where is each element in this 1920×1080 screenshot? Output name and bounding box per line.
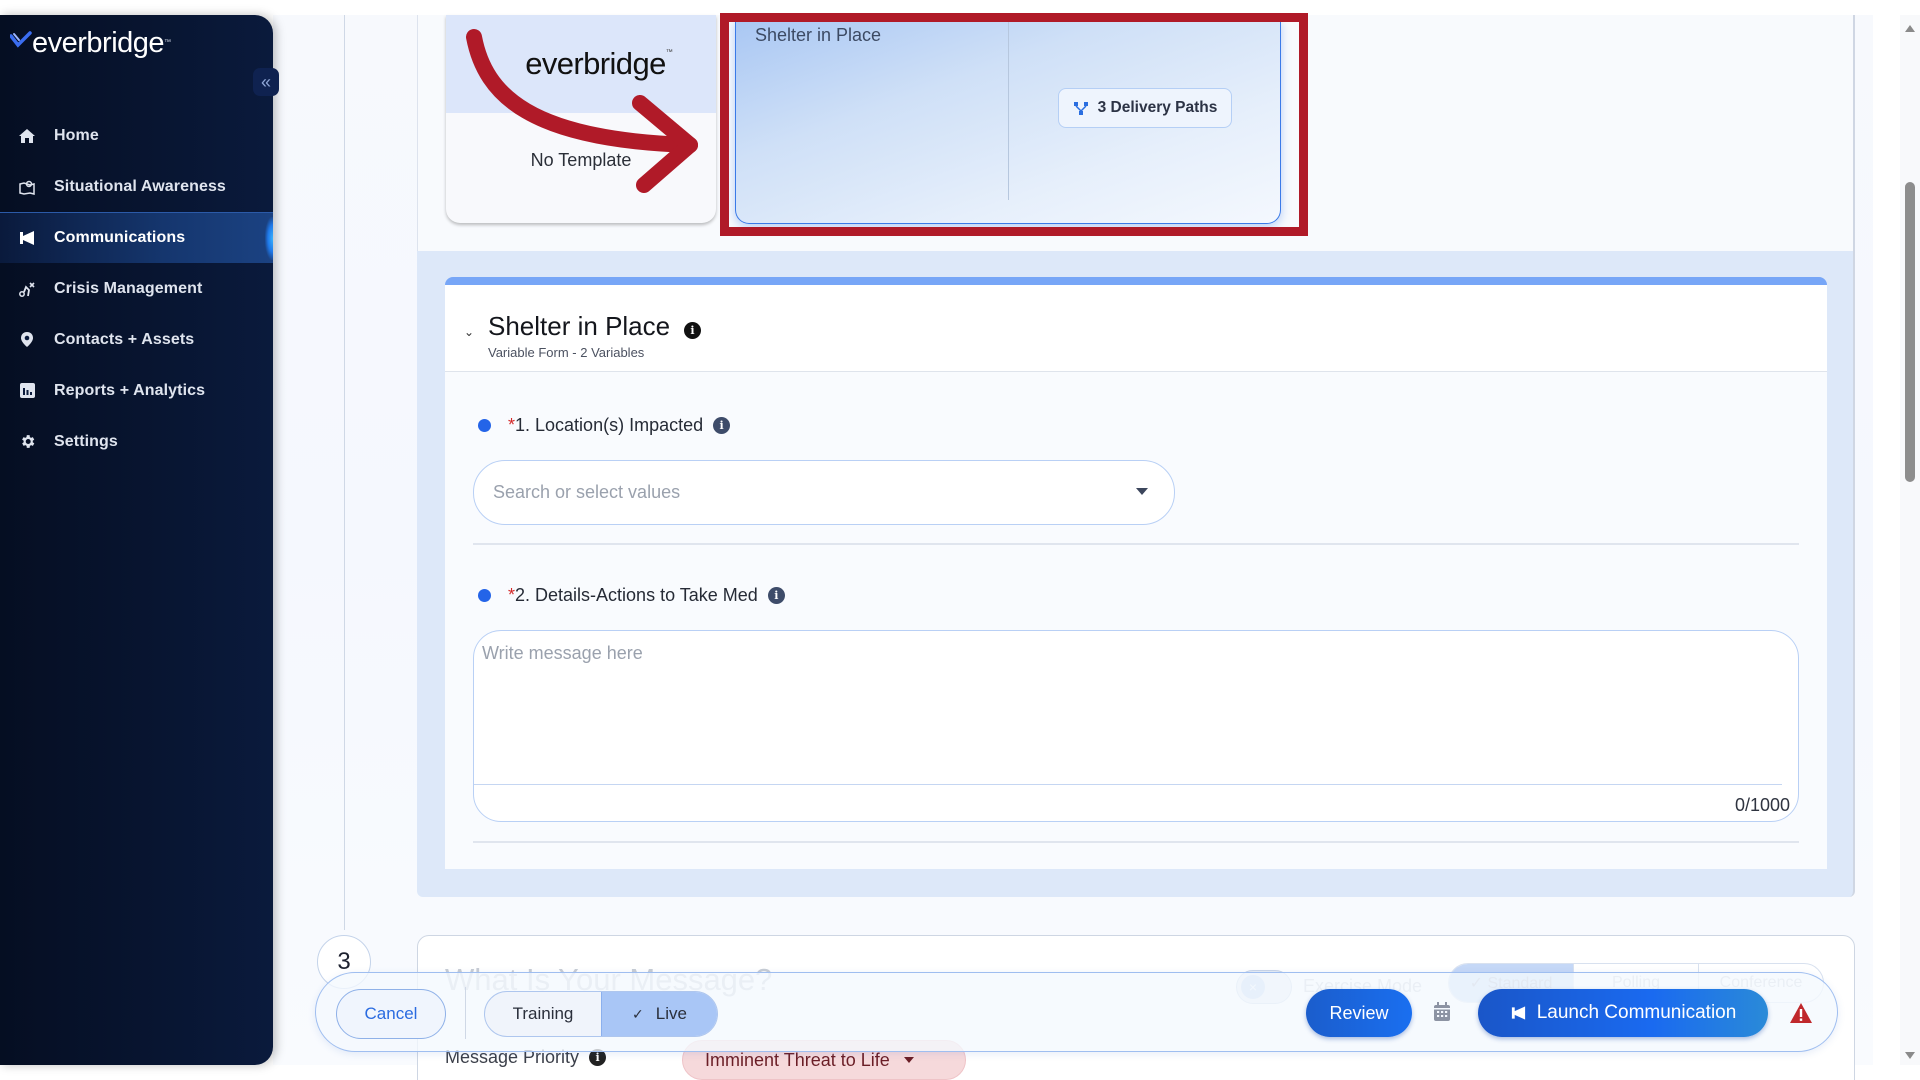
- brand-name: everbridge: [32, 27, 165, 59]
- locations-select[interactable]: Search or select values: [473, 460, 1175, 525]
- trademark: ™: [164, 39, 172, 46]
- stepper-track: [344, 15, 345, 930]
- warning-icon[interactable]: [1789, 1002, 1813, 1024]
- calendar-icon[interactable]: [1433, 1002, 1451, 1022]
- textarea-footer-divider: [474, 784, 1782, 785]
- live-option[interactable]: ✓ Live: [601, 992, 717, 1036]
- info-icon[interactable]: i: [684, 322, 701, 339]
- field-status-dot: [478, 589, 491, 602]
- sidebar-item-home[interactable]: Home: [0, 110, 273, 161]
- sidebar-item-contacts-assets[interactable]: Contacts + Assets: [0, 314, 273, 365]
- chevron-down-icon[interactable]: ⌄: [464, 325, 474, 339]
- live-option-label: Live: [655, 1004, 687, 1023]
- sidebar-nav: Home Situational Awareness Communication…: [0, 110, 273, 467]
- template-logo-area: everbridge ™: [446, 15, 716, 113]
- brand-logo[interactable]: everbridge ™: [10, 27, 171, 60]
- gear-icon: [18, 433, 36, 451]
- sidebar-item-communications[interactable]: Communications: [0, 212, 273, 263]
- map-pin-icon: [18, 178, 36, 196]
- sidebar-item-situational-awareness[interactable]: Situational Awareness: [0, 161, 273, 212]
- sidebar-item-label: Settings: [54, 432, 118, 450]
- variable-form-card: ⌄ Shelter in Place i Variable Form - 2 V…: [445, 277, 1827, 869]
- launch-communication-label: Launch Communication: [1536, 1002, 1737, 1023]
- highlight-annotation: [720, 13, 1308, 236]
- info-icon[interactable]: i: [767, 587, 785, 604]
- page: everbridge ™ « Home Situational Awarenes…: [0, 0, 1920, 1080]
- message-priority-value: Imminent Threat to Life: [705, 1049, 890, 1070]
- double-chevron-left-icon: «: [260, 71, 271, 92]
- field-divider: [473, 841, 1799, 843]
- sidebar-item-label: Reports + Analytics: [54, 381, 206, 399]
- form-header: ⌄ Shelter in Place i Variable Form - 2 V…: [445, 285, 1827, 372]
- vertical-scrollbar[interactable]: [1900, 15, 1920, 1065]
- home-icon: [18, 127, 36, 145]
- sidebar-item-label: Crisis Management: [54, 279, 203, 297]
- field-divider: [473, 543, 1799, 545]
- character-counter: 0/1000: [1734, 795, 1790, 815]
- sidebar-item-label: Situational Awareness: [54, 177, 226, 195]
- megaphone-icon: [1510, 1005, 1527, 1021]
- required-marker: *: [508, 415, 516, 435]
- caret-down-icon: [903, 1057, 914, 1063]
- floating-action-bar: Cancel Training ✓ Live Review Launch Com…: [315, 972, 1838, 1052]
- sidebar-item-settings[interactable]: Settings: [0, 416, 273, 467]
- form-title: Shelter in Place: [488, 311, 671, 341]
- field-label-locations: * 1. Location(s) Impacted i: [478, 415, 731, 436]
- check-icon: ✓: [632, 1005, 644, 1022]
- caret-down-icon: [1136, 488, 1148, 495]
- launch-communication-button[interactable]: Launch Communication: [1478, 989, 1768, 1037]
- checkmark-logo-icon: [10, 31, 32, 48]
- bar-chart-icon: [18, 382, 36, 400]
- sidebar-item-label: Contacts + Assets: [54, 330, 195, 348]
- collapse-sidebar-button[interactable]: «: [253, 68, 279, 96]
- sidebar: everbridge ™ « Home Situational Awarenes…: [0, 15, 279, 1065]
- details-message-textarea[interactable]: Write message here 0/1000: [473, 630, 1799, 822]
- training-option[interactable]: Training: [485, 992, 601, 1036]
- template-brand-name: everbridge: [525, 46, 666, 81]
- no-template-card[interactable]: everbridge ™ No Template: [446, 15, 716, 223]
- sidebar-item-reports-analytics[interactable]: Reports + Analytics: [0, 365, 273, 416]
- training-live-toggle: Training ✓ Live: [484, 991, 718, 1037]
- cancel-button[interactable]: Cancel: [336, 989, 446, 1039]
- scroll-down-arrow-icon[interactable]: [1905, 1052, 1915, 1059]
- required-marker: *: [508, 585, 516, 605]
- no-template-label: No Template: [530, 150, 632, 170]
- review-button[interactable]: Review: [1306, 989, 1412, 1037]
- route-icon: [18, 280, 36, 298]
- location-icon: [18, 331, 36, 349]
- locations-select-placeholder: Search or select values: [493, 482, 681, 502]
- megaphone-icon: [18, 229, 36, 247]
- textarea-placeholder: Write message here: [482, 643, 643, 663]
- scrollbar-thumb[interactable]: [1905, 182, 1915, 482]
- form-subtitle: Variable Form - 2 Variables: [488, 345, 645, 360]
- action-bar-separator: [465, 987, 466, 1039]
- scroll-up-arrow-icon[interactable]: [1905, 25, 1915, 32]
- sidebar-item-crisis-management[interactable]: Crisis Management: [0, 263, 273, 314]
- sidebar-item-label: Communications: [54, 229, 186, 246]
- field-label-details: * 2. Details-Actions to Take Med i: [478, 585, 785, 606]
- info-icon[interactable]: i: [713, 417, 731, 434]
- field-label-text: 2. Details-Actions to Take Med: [515, 585, 758, 605]
- sidebar-item-label: Home: [54, 126, 99, 144]
- trademark: ™: [665, 49, 673, 56]
- field-status-dot: [478, 419, 491, 432]
- field-label-text: 1. Location(s) Impacted: [515, 415, 704, 435]
